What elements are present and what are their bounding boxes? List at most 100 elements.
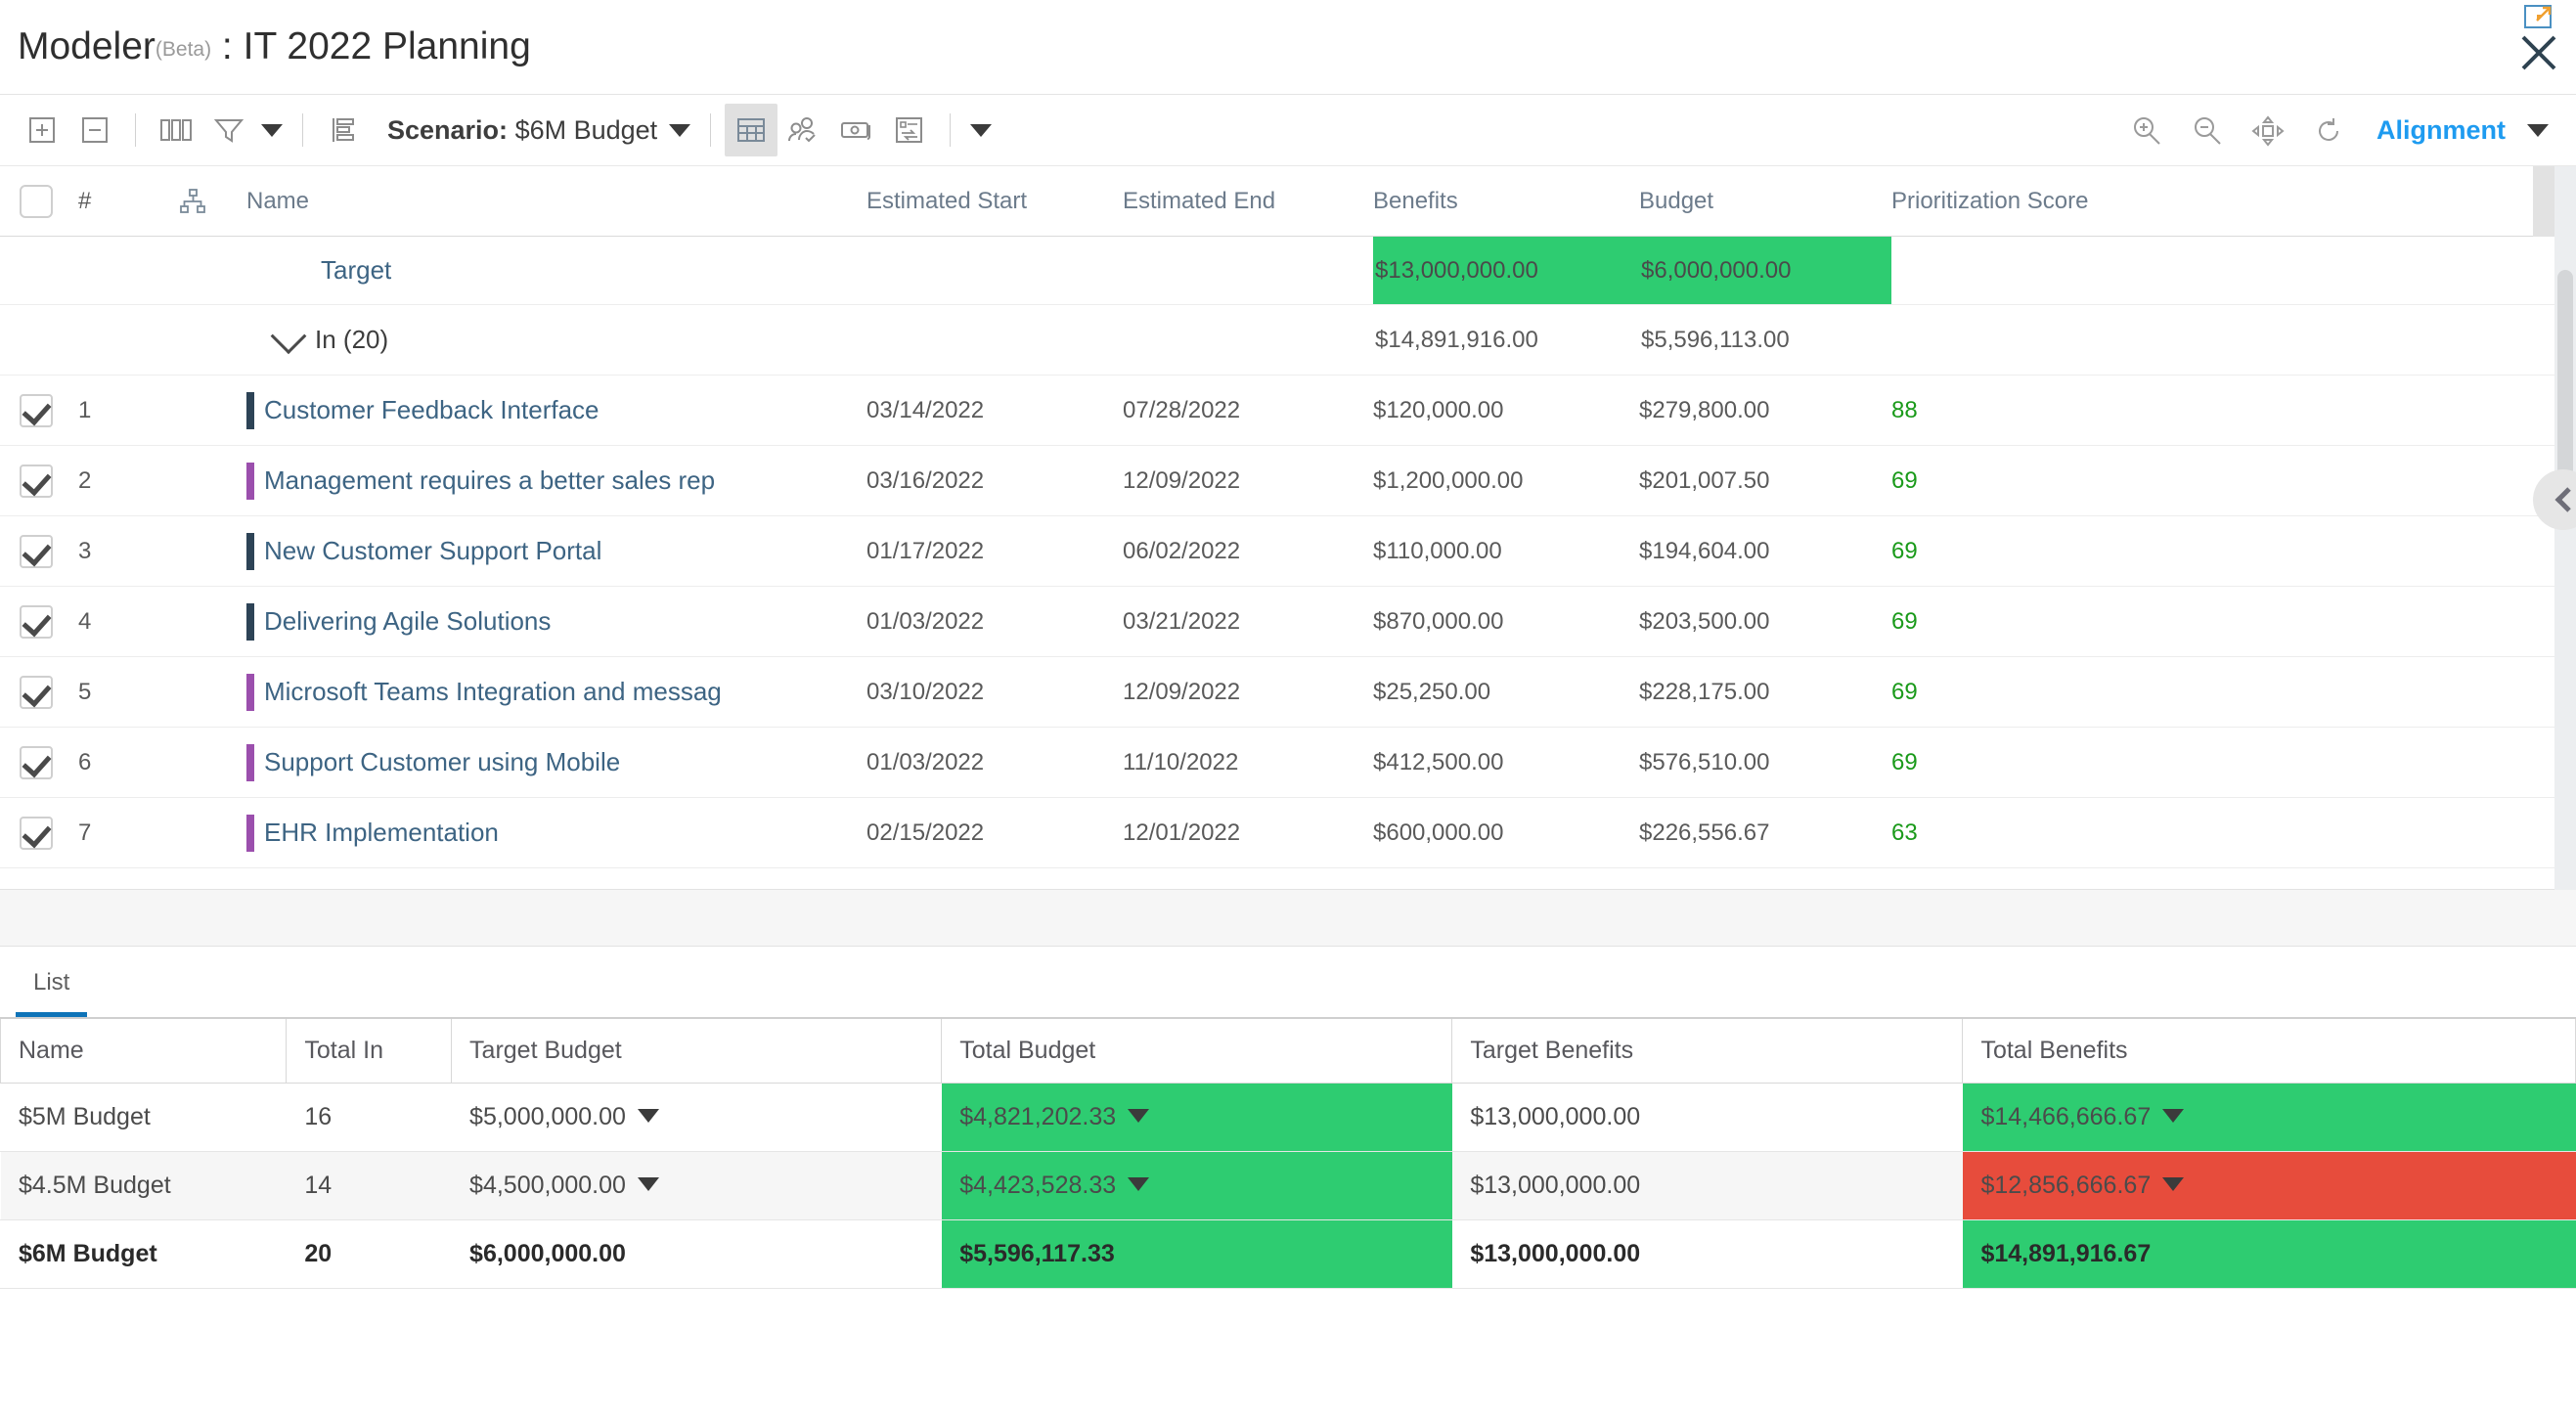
list-item[interactable]: $4.5M Budget 14 $4,500,000.00 $4,423,528.33… <box>0 1151 2576 1220</box>
row-checkbox[interactable] <box>20 534 53 568</box>
row-name-link[interactable]: Delivering Agile Solutions <box>264 606 551 637</box>
row-name-link[interactable]: Microsoft Teams Integration and messag <box>264 677 722 707</box>
row-name-link[interactable]: EHR Implementation <box>264 818 499 848</box>
bottom-column-name[interactable]: Name <box>0 1017 288 1084</box>
row-name-link[interactable]: Management requires a better sales rep <box>264 465 715 496</box>
row-name-link[interactable]: New Customer Support Portal <box>264 536 601 566</box>
bottom-column-total-budget[interactable]: Total Budget <box>941 1017 1453 1084</box>
target-label[interactable]: Target <box>246 255 391 286</box>
swap-board-icon[interactable] <box>883 104 936 156</box>
row-name-link[interactable]: Support Customer using Mobile <box>264 747 620 777</box>
hierarchy-icon[interactable] <box>139 188 246 215</box>
row-checkbox[interactable] <box>20 675 53 709</box>
resource-people-icon[interactable] <box>777 104 830 156</box>
table-row[interactable]: 2 Management requires a better sales rep 0… <box>0 446 2576 516</box>
table-row[interactable]: 3 New Customer Support Portal 01/17/2022 06… <box>0 516 2576 587</box>
row-name-link[interactable]: Customer Feedback Interface <box>264 395 600 425</box>
row-name-cell: Support Customer using Mobile <box>246 743 866 781</box>
filter-chevron-down-icon[interactable] <box>255 106 289 155</box>
popout-icon[interactable] <box>2524 4 2554 29</box>
target-budget-cell: $6,000,000.00 <box>1639 237 1891 304</box>
row-estimated-end: 11/10/2022 <box>1123 748 1239 775</box>
column-header-prioritization-score[interactable]: Prioritization Score <box>1891 188 2185 215</box>
row-estimated-end: 06/02/2022 <box>1123 537 1241 564</box>
cell-name: $4.5M Budget <box>0 1151 287 1220</box>
row-estimated-end: 12/09/2022 <box>1123 678 1241 705</box>
cell-total-budget[interactable]: $5,596,117.33 <box>941 1219 1452 1289</box>
row-checkbox[interactable] <box>20 604 53 639</box>
row-number: 2 <box>78 466 92 494</box>
down-triangle-icon <box>637 1176 659 1191</box>
collapse-minus-icon[interactable] <box>68 104 121 156</box>
tab-list[interactable]: List <box>16 969 88 1017</box>
cell-target-budget[interactable]: $5,000,000.00 <box>451 1083 942 1152</box>
money-icon[interactable] <box>830 104 883 156</box>
alignment-chevron-down-icon[interactable] <box>2521 107 2554 155</box>
cell-total-benefits[interactable]: $14,466,666.67 <box>1962 1083 2576 1152</box>
refresh-icon[interactable] <box>2302 105 2355 157</box>
filter-icon[interactable] <box>202 104 255 156</box>
column-header-estimated-start[interactable]: Estimated Start <box>866 188 1123 215</box>
down-triangle-icon <box>1128 1108 1150 1123</box>
cell-total-budget[interactable]: $4,423,528.33 <box>941 1151 1452 1220</box>
column-header-benefits[interactable]: Benefits <box>1373 188 1639 215</box>
outline-list-icon[interactable] <box>317 104 370 156</box>
table-row[interactable]: 5 Microsoft Teams Integration and messag 0… <box>0 657 2576 728</box>
table-row[interactable]: 7 EHR Implementation 02/15/2022 12/01/2022 $… <box>0 798 2576 868</box>
cell-total-benefits[interactable]: $12,856,666.67 <box>1962 1151 2576 1220</box>
row-prioritization-score: 69 <box>1891 466 1918 494</box>
table-row[interactable]: 4 Delivering Agile Solutions 01/03/2022 03/… <box>0 587 2576 657</box>
expand-plus-icon[interactable] <box>16 104 68 156</box>
row-checkbox[interactable] <box>20 816 53 850</box>
chevron-down-icon[interactable] <box>270 325 307 354</box>
bottom-column-total-benefits[interactable]: Total Benefits <box>1962 1017 2576 1084</box>
row-color-bar <box>246 602 254 641</box>
table-row[interactable]: 1 Customer Feedback Interface 03/14/2022 07… <box>0 376 2576 446</box>
alignment-button[interactable]: Alignment <box>2376 115 2506 146</box>
bottom-column-target-benefits[interactable]: Target Benefits <box>1451 1017 1964 1084</box>
column-header-name[interactable]: Name <box>246 188 866 215</box>
fit-to-screen-icon[interactable] <box>2242 105 2294 157</box>
scenario-chevron-down-icon[interactable] <box>663 106 696 155</box>
row-estimated-start: 03/16/2022 <box>866 466 985 494</box>
row-checkbox[interactable] <box>20 464 53 498</box>
row-estimated-start: 02/15/2022 <box>866 819 985 846</box>
table-row[interactable]: 6 Support Customer using Mobile 01/03/2022… <box>0 728 2576 798</box>
cell-total-benefits[interactable]: $14,891,916.67 <box>1962 1219 2576 1289</box>
row-budget: $201,007.50 <box>1639 466 1770 494</box>
header-scroll-strip <box>2533 166 2554 237</box>
down-triangle-icon <box>637 1108 659 1123</box>
select-all-checkbox[interactable] <box>20 184 53 218</box>
zoom-in-icon[interactable] <box>2120 105 2173 157</box>
cell-target-budget[interactable]: $6,000,000.00 <box>451 1219 942 1289</box>
bottom-column-target-budget[interactable]: Target Budget <box>451 1017 943 1084</box>
bottom-column-total-in[interactable]: Total In <box>286 1017 453 1084</box>
cell-target-benefits: $13,000,000.00 <box>1451 1083 1963 1152</box>
close-icon[interactable] <box>2517 31 2560 74</box>
column-header-budget[interactable]: Budget <box>1639 188 1891 215</box>
scenario-selector[interactable]: Scenario: $6M Budget <box>387 115 657 146</box>
columns-icon[interactable] <box>150 104 202 156</box>
cell-total-benefits-value: $14,891,916.67 <box>1980 1239 2152 1267</box>
group-budget-value: $5,596,113.00 <box>1641 326 1790 353</box>
grid-header-row: # Name Estimated Start Estimated End Ben… <box>0 166 2576 237</box>
zoom-out-icon[interactable] <box>2181 105 2234 157</box>
cell-total-budget[interactable]: $4,821,202.33 <box>941 1083 1452 1152</box>
cell-target-benefits: $13,000,000.00 <box>1451 1151 1963 1220</box>
scenario-comparison-table: Name Total In Target Budget Total Budget… <box>0 1017 2576 1289</box>
row-budget: $279,800.00 <box>1639 396 1770 423</box>
row-checkbox[interactable] <box>20 745 53 779</box>
list-item[interactable]: $6M Budget 20 $6,000,000.00 $5,596,117.33 $1… <box>0 1219 2576 1289</box>
group-toggle[interactable]: In (20) <box>246 325 388 355</box>
row-number: 6 <box>78 748 92 775</box>
cell-target-budget[interactable]: $4,500,000.00 <box>451 1151 942 1220</box>
column-header-estimated-end[interactable]: Estimated End <box>1123 188 1373 215</box>
row-name-cell: Microsoft Teams Integration and messag <box>246 673 866 711</box>
toolbar-right-group: Alignment <box>2120 95 2554 166</box>
list-item[interactable]: $5M Budget 16 $5,000,000.00 $4,821,202.33 $1… <box>0 1083 2576 1152</box>
table-view-icon[interactable] <box>725 104 778 156</box>
column-header-number[interactable]: # <box>72 188 139 215</box>
view-more-chevron-down-icon[interactable] <box>964 106 998 155</box>
row-checkbox[interactable] <box>20 393 53 427</box>
target-name-cell: Target <box>246 255 866 286</box>
